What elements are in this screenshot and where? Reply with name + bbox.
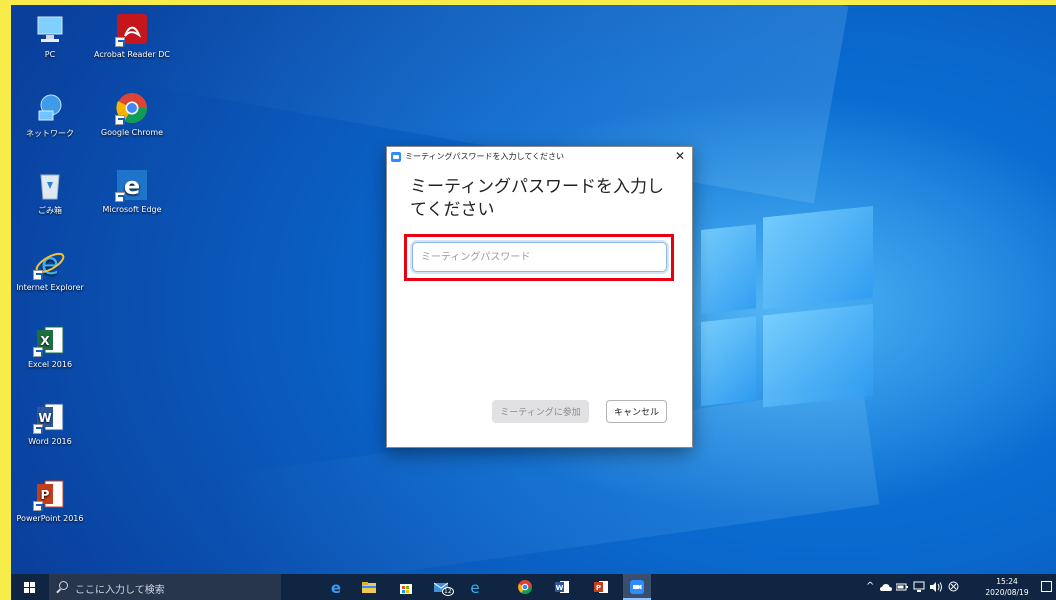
internet-explorer-icon: e [470, 580, 479, 594]
taskbar-store[interactable] [392, 574, 420, 600]
system-tray: ^ 15:24 2020/08/19 [866, 574, 1056, 600]
icon-label: ごみ箱 [38, 206, 62, 215]
svg-text:W: W [556, 584, 564, 592]
taskbar-chrome[interactable] [511, 574, 539, 600]
desktop-icon-edge[interactable]: e Microsoft Edge [90, 168, 174, 214]
network-icon [33, 91, 67, 125]
acrobat-icon [115, 13, 149, 47]
taskbar-edge[interactable]: e [322, 574, 350, 600]
dialog-titlebar[interactable]: ミーティングパスワードを入力してください ✕ [387, 147, 692, 167]
excel-icon: X [33, 323, 67, 357]
clock-time: 15:24 [996, 577, 1018, 586]
svg-text:X: X [40, 334, 50, 348]
search-icon [59, 581, 68, 590]
notification-center-icon[interactable] [1041, 581, 1052, 592]
zoom-icon [630, 580, 644, 594]
word-icon: W [33, 400, 67, 434]
close-button[interactable]: ✕ [672, 148, 688, 164]
icon-label: Word 2016 [28, 437, 72, 446]
network-icon[interactable] [913, 581, 925, 593]
desktop-icon-internet-explorer[interactable]: e Internet Explorer [11, 246, 92, 292]
icon-label: Google Chrome [100, 128, 164, 137]
onedrive-icon[interactable] [880, 582, 892, 592]
desktop-icon-pc[interactable]: PC [11, 13, 92, 59]
chrome-icon [518, 580, 532, 594]
volume-icon[interactable] [930, 581, 943, 593]
start-button[interactable] [11, 574, 47, 600]
store-icon [400, 584, 412, 594]
mail-badge: 12 [442, 587, 454, 596]
svg-text:P: P [41, 488, 50, 502]
desktop-icon-recycle-bin[interactable]: ごみ箱 [11, 168, 92, 216]
icon-label: Acrobat Reader DC [94, 50, 170, 59]
powerpoint-icon: P [33, 477, 67, 511]
icon-label: Excel 2016 [27, 360, 73, 369]
icon-label: Internet Explorer [16, 283, 84, 292]
show-hidden-icons-chevron[interactable]: ^ [866, 581, 874, 592]
icon-label: ネットワーク [26, 129, 74, 138]
windows-logo-wallpaper [701, 202, 873, 416]
edge-icon: e [331, 580, 341, 594]
svg-text:P: P [596, 584, 601, 592]
word-icon: W [555, 581, 569, 593]
taskbar: ここに入力して検索 e 12 e W P ^ 15:24 2020/08/19 [11, 574, 1056, 600]
battery-icon[interactable] [896, 582, 908, 592]
pc-icon [33, 13, 67, 47]
icon-label: PC [44, 50, 56, 59]
clock-date: 2020/08/19 [985, 588, 1029, 597]
taskbar-powerpoint[interactable]: P [587, 574, 615, 600]
taskbar-search-box[interactable]: ここに入力して検索 [49, 574, 281, 600]
join-meeting-button[interactable]: ミーティングに参加 [492, 400, 589, 423]
taskbar-internet-explorer[interactable]: e [461, 574, 489, 600]
clock[interactable]: 15:24 2020/08/19 [978, 576, 1036, 598]
svg-text:e: e [331, 580, 341, 594]
search-placeholder: ここに入力して検索 [75, 585, 165, 596]
powerpoint-icon: P [594, 581, 608, 593]
edge-icon: e [115, 168, 149, 202]
svg-text:e: e [124, 172, 140, 200]
ime-status-icon[interactable] [948, 581, 959, 592]
svg-text:e: e [470, 580, 479, 594]
svg-text:W: W [38, 411, 51, 425]
highlight-annotation [404, 234, 674, 281]
svg-text:e: e [41, 247, 59, 280]
taskbar-file-explorer[interactable] [355, 574, 383, 600]
chrome-icon [115, 91, 149, 125]
close-icon: ✕ [674, 149, 686, 163]
desktop-icon-chrome[interactable]: Google Chrome [90, 91, 174, 137]
internet-explorer-icon: e [33, 246, 67, 282]
cancel-button[interactable]: キャンセル [606, 400, 667, 423]
desktop-icon-word[interactable]: W Word 2016 [11, 400, 92, 446]
desktop-icon-excel[interactable]: X Excel 2016 [11, 323, 92, 369]
icon-label: PowerPoint 2016 [16, 514, 84, 523]
folder-icon [362, 582, 376, 593]
desktop-icon-acrobat[interactable]: Acrobat Reader DC [90, 13, 174, 59]
dialog-heading: ミーティングパスワードを入力してください [410, 177, 664, 220]
taskbar-zoom[interactable] [623, 574, 651, 600]
recycle-bin-icon [33, 168, 67, 202]
meeting-password-dialog: ミーティングパスワードを入力してください ✕ ミーティングパスワードを入力してく… [387, 147, 692, 447]
desktop-icon-powerpoint[interactable]: P PowerPoint 2016 [11, 477, 92, 523]
dialog-title: ミーティングパスワードを入力してください [405, 152, 565, 161]
zoom-app-icon [391, 152, 401, 162]
desktop-icon-network[interactable]: ネットワーク [11, 91, 92, 139]
taskbar-mail[interactable]: 12 [427, 574, 455, 600]
icon-label: Microsoft Edge [102, 205, 162, 214]
taskbar-word[interactable]: W [548, 574, 576, 600]
